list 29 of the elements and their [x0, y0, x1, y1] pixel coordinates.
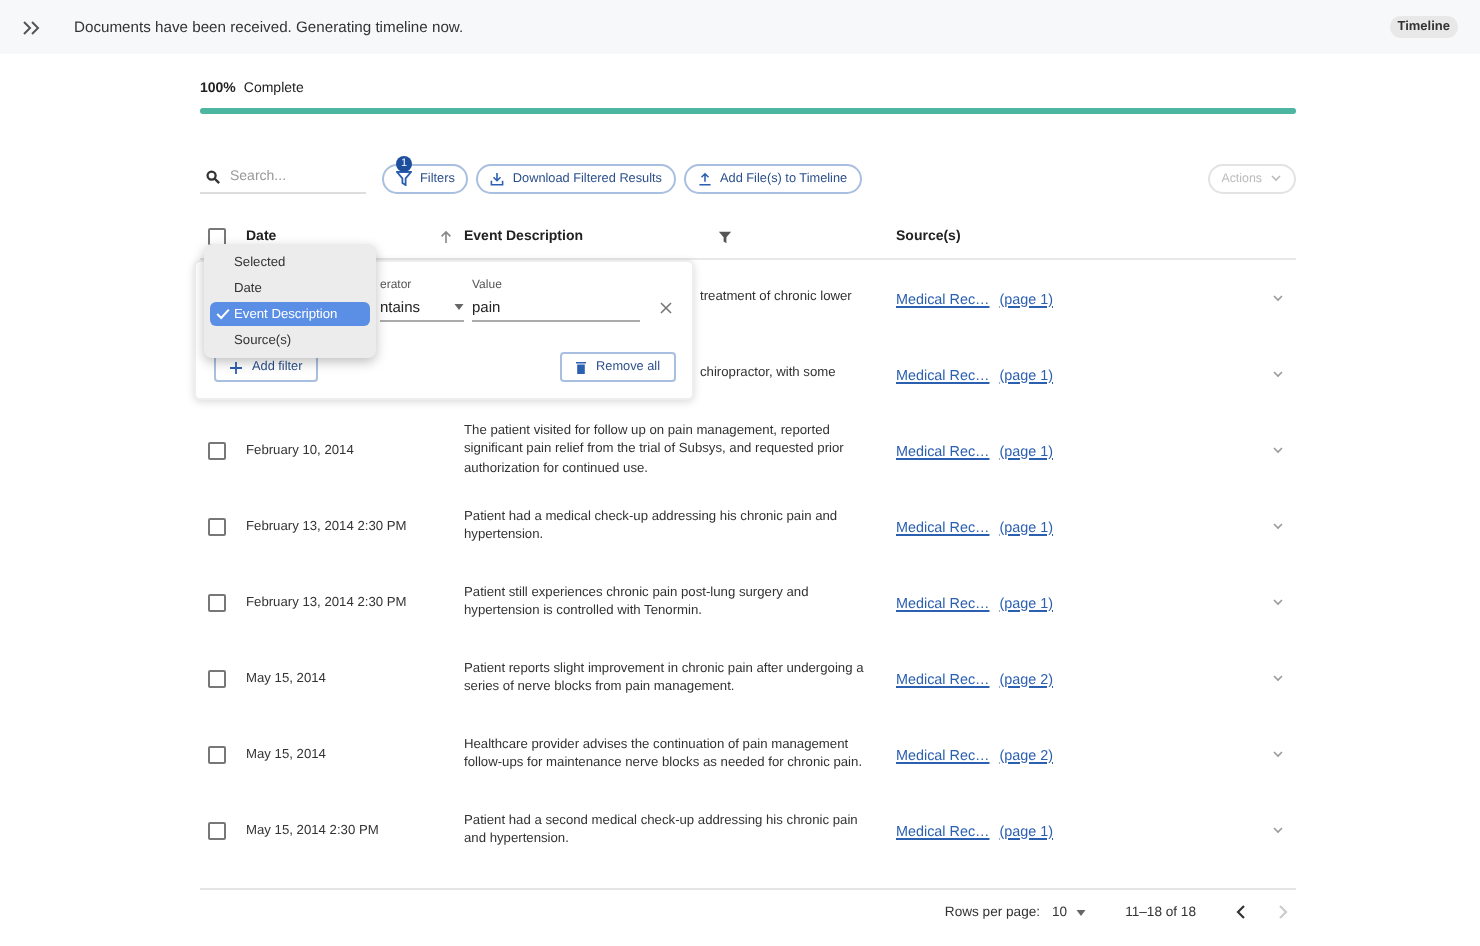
row-checkbox[interactable] — [208, 517, 226, 535]
search-icon — [206, 170, 220, 184]
chevron-down-icon[interactable] — [1272, 294, 1284, 302]
upload-icon — [698, 171, 712, 185]
close-icon[interactable] — [660, 302, 672, 314]
expand-icon[interactable] — [22, 19, 40, 35]
row-checkbox[interactable] — [208, 745, 226, 763]
row-checkbox[interactable] — [208, 821, 226, 839]
row-checkbox[interactable] — [208, 593, 226, 611]
caret-icon — [1075, 909, 1086, 915]
chevron-down-icon[interactable] — [1272, 674, 1284, 682]
chevron-down-icon[interactable] — [1272, 826, 1284, 834]
trash-icon — [576, 360, 587, 374]
caret-icon — [454, 304, 464, 310]
chevron-down-icon[interactable] — [1272, 446, 1284, 454]
download-icon — [490, 171, 505, 185]
chevron-down-icon[interactable] — [1272, 598, 1284, 606]
plus-icon — [230, 361, 242, 373]
row-checkbox[interactable] — [208, 669, 226, 687]
checkmark-icon — [216, 308, 230, 320]
filter-icon — [396, 170, 412, 186]
filter-icon[interactable] — [718, 229, 732, 243]
caret-icon — [1270, 174, 1282, 182]
sort-arrow-icon[interactable] — [440, 229, 452, 243]
row-checkbox[interactable] — [208, 441, 226, 459]
chevron-down-icon[interactable] — [1272, 750, 1284, 758]
chevron-down-icon[interactable] — [1272, 370, 1284, 378]
previous-page-icon[interactable] — [1236, 904, 1246, 920]
chevron-down-icon[interactable] — [1272, 522, 1284, 530]
